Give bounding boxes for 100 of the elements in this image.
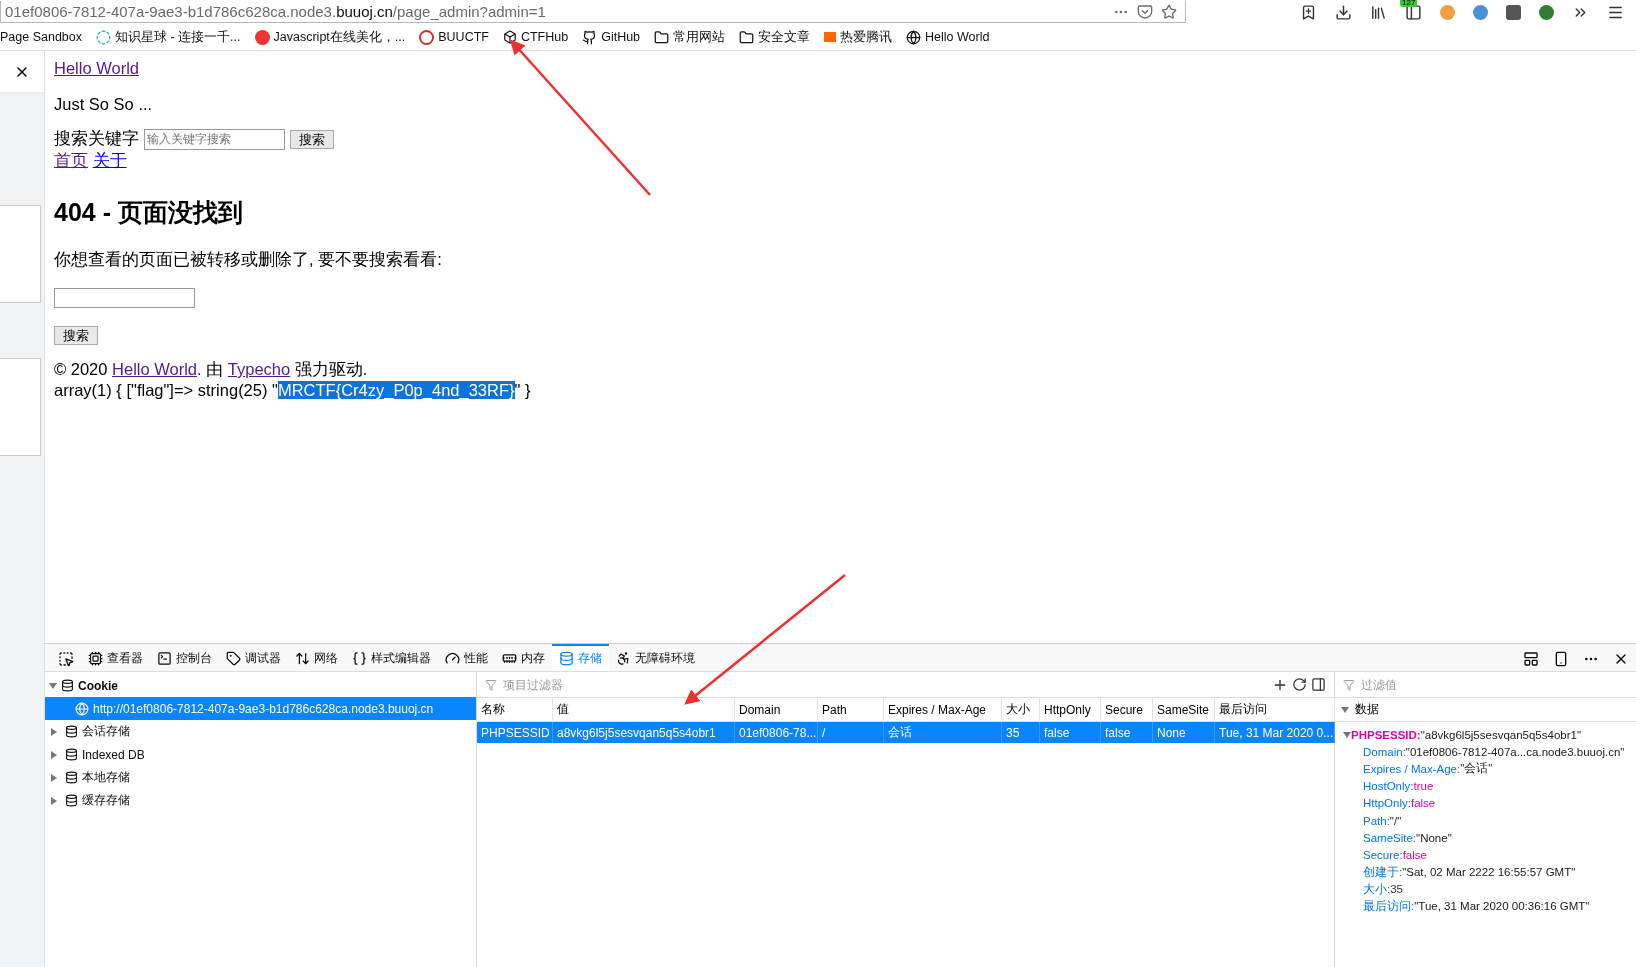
cube-icon <box>502 30 517 44</box>
refresh-icon[interactable] <box>1292 677 1307 692</box>
bookmark[interactable]: 热爱腾讯 <box>824 28 893 46</box>
extension-icon[interactable] <box>1473 4 1488 20</box>
cookie-field: 创建于:"Sat, 02 Mar 2222 16:55:57 GMT" <box>1335 863 1636 881</box>
search-label: 搜索关键字 <box>54 128 139 149</box>
globe-icon <box>906 29 922 45</box>
html-icon <box>254 29 270 45</box>
bookmark[interactable]: Javascript在线美化，... <box>254 28 406 46</box>
gauge-icon <box>445 651 460 666</box>
table-cell: false <box>1040 722 1101 743</box>
search-field[interactable] <box>54 288 195 308</box>
devtools-tab[interactable]: 内存 <box>495 644 552 671</box>
filter-icon <box>1343 678 1355 691</box>
devtools-tab[interactable]: 网络 <box>288 644 345 671</box>
cookie-field: Expires / Max-Age:"会话" <box>1335 760 1636 778</box>
table-cell: 会话 <box>884 722 1002 743</box>
extension-icon[interactable] <box>1506 4 1521 20</box>
table-cell: PHPSESSID <box>477 722 553 743</box>
bookmark[interactable]: Page Sandbox <box>0 30 82 44</box>
bookmark[interactable]: Hello World <box>906 29 990 45</box>
bookmark[interactable]: 常用网站 <box>654 28 726 46</box>
extension-icon[interactable] <box>1539 4 1554 20</box>
cookie-entry[interactable]: PHPSESSID:"a8vkg6l5j5sesvqan5q5s4obr1" <box>1335 726 1636 744</box>
table-cell: Tue, 31 Mar 2020 0... <box>1215 722 1335 743</box>
storage-icon <box>65 748 78 761</box>
storage-icon <box>61 679 74 692</box>
download-icon[interactable] <box>1335 3 1352 21</box>
cookie-field: Secure:false <box>1335 846 1636 864</box>
chip-icon <box>88 651 103 666</box>
storage-icon <box>65 725 78 738</box>
pocket-icon[interactable] <box>1137 3 1153 20</box>
flag-icon <box>824 32 837 42</box>
cookie-field: SameSite:"None" <box>1335 829 1636 847</box>
sidebar-toggle-icon[interactable] <box>1311 677 1326 692</box>
tree-item[interactable]: 本地存储 <box>45 766 476 789</box>
person-icon <box>616 651 631 666</box>
devtools-tab[interactable]: 性能 <box>438 644 495 671</box>
bookmark[interactable]: 安全文章 <box>739 28 811 46</box>
table-cell: / <box>818 722 884 743</box>
cookie-field: HttpOnly:false <box>1335 794 1636 812</box>
badge: 127 <box>1400 0 1418 7</box>
bookmark[interactable]: CTFHub <box>502 30 569 44</box>
star-icon[interactable] <box>1161 3 1177 20</box>
devtools-tab[interactable]: 无障碍环境 <box>609 644 702 671</box>
console-icon <box>157 651 172 666</box>
bookmark[interactable]: GitHub <box>582 29 641 45</box>
tree-item[interactable]: 缓存存储 <box>45 789 476 812</box>
devtools-tab[interactable]: 存储 <box>552 644 609 671</box>
footer-link[interactable]: Typecho <box>227 360 291 378</box>
cookie-field: 大小:35 <box>1335 880 1636 898</box>
message: 你想查看的页面已被转移或删除了, 要不要搜索看看: <box>54 249 443 270</box>
site-title-link[interactable]: Hello World <box>54 59 139 77</box>
cookie-field: Domain:"01ef0806-7812-407a...ca.node3.buuoj.cn" <box>1335 743 1636 761</box>
folder-icon <box>739 29 755 45</box>
folder-icon <box>654 29 670 45</box>
library-icon[interactable] <box>1370 3 1387 21</box>
nav-link[interactable]: 首页 <box>54 151 88 169</box>
github-icon <box>582 29 598 45</box>
tree-item[interactable]: Indexed DB <box>45 743 476 766</box>
bookmark[interactable]: 知识星球 - 连接一千... <box>96 28 241 46</box>
tree-item[interactable]: http://01ef0806-7812-407a-9ae3-b1d786c628ca.node3.buuoj.cn <box>45 697 476 720</box>
filter-field[interactable]: 项目过滤器 <box>501 676 1268 693</box>
cookie-field: HostOnly:true <box>1335 777 1636 795</box>
filter-icon <box>485 678 497 691</box>
dock-icon[interactable] <box>1523 650 1539 667</box>
braces-icon <box>352 651 367 666</box>
cookie-field: Path:"/" <box>1335 811 1636 830</box>
debugger-icon <box>226 651 241 666</box>
table-cell: 01ef0806-78... <box>735 722 818 743</box>
search-field[interactable]: 输入关键字搜索 <box>144 128 285 150</box>
storage-icon <box>559 651 574 666</box>
tagline: Just So So ... <box>54 95 154 114</box>
responsive-icon[interactable] <box>1553 650 1569 667</box>
footer-text: © 2020 Hello World. 由 Typecho 强力驱动. <box>54 359 369 380</box>
bookmark[interactable]: BUUCTF <box>419 29 489 45</box>
bookmark-icon[interactable] <box>1300 3 1317 21</box>
filter-field[interactable]: 过滤值 <box>1359 676 1628 693</box>
page-heading: 404 - 页面没找到 <box>54 197 244 228</box>
tree-item[interactable]: 会话存储 <box>45 720 476 743</box>
footer-link[interactable]: Hello World <box>112 360 198 378</box>
table-cell: None <box>1153 722 1215 743</box>
section-header[interactable]: 数据 <box>1335 698 1636 722</box>
search-button[interactable]: 搜索 <box>54 326 98 345</box>
sidebar-icon[interactable] <box>1405 3 1422 21</box>
cookie-field: 最后访问:"Tue, 31 Mar 2020 00:36:16 GMT" <box>1335 897 1636 916</box>
nav-link[interactable]: 关于 <box>92 151 127 169</box>
address-bar[interactable]: 01ef0806-7812-407a-9ae3-b1d786c628ca.node3.buuoj.cn/page_admin?admin=1 <box>0 1 1186 23</box>
var-dump-text: array(1) { ["flag"]=> string(25) "MRCTF{Cr4zy_P0p_4nd_33RF}" } <box>54 381 532 400</box>
devtools-tab[interactable]: 调试器 <box>219 644 288 671</box>
storage-icon <box>65 794 78 807</box>
picker-icon[interactable] <box>58 650 74 667</box>
table-cell: false <box>1101 722 1153 743</box>
devtools-tab[interactable]: 控制台 <box>150 644 219 671</box>
table-cell: 35 <box>1002 722 1040 743</box>
devtools-tab[interactable]: 查看器 <box>81 644 150 671</box>
search-button[interactable]: 搜索 <box>290 129 334 149</box>
devtools-tab[interactable]: 样式编辑器 <box>345 644 438 671</box>
memory-icon <box>502 651 517 666</box>
globe-icon <box>75 701 89 716</box>
